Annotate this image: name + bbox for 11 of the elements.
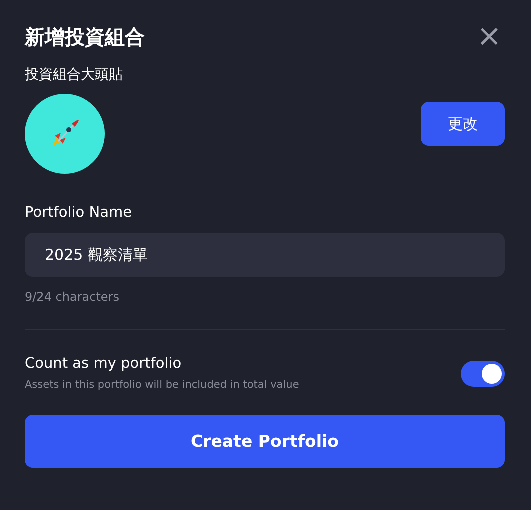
create-portfolio-button[interactable]: Create Portfolio xyxy=(25,415,505,468)
close-button[interactable]: × xyxy=(472,22,506,52)
change-button[interactable]: 更改 xyxy=(421,102,505,146)
field-label: Portfolio Name xyxy=(25,205,132,221)
name-input-field[interactable]: 2025 觀察清單 xyxy=(25,233,505,277)
character-counter: 9/24 characters xyxy=(25,290,120,304)
avatar-label: 投資組合大頭貼 xyxy=(25,66,123,84)
toggle-label: Count as my portfolio xyxy=(25,356,182,372)
dialog-title: 新增投資組合 xyxy=(25,24,145,50)
toggle-switch[interactable] xyxy=(461,360,505,386)
toggle-description: Assets in this portfolio will be included in total value xyxy=(25,379,300,391)
